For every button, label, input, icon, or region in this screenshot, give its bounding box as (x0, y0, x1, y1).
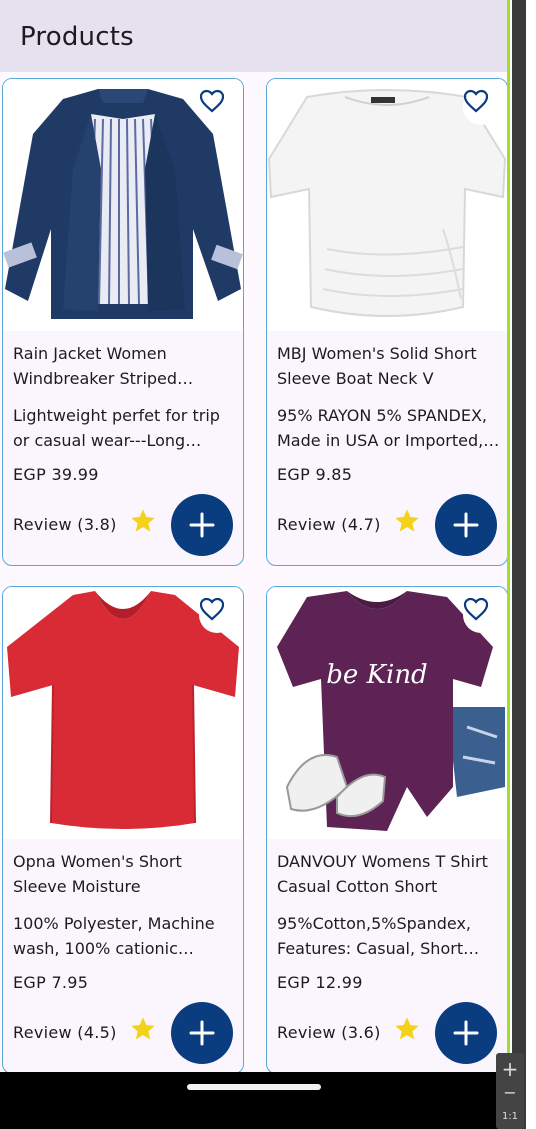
product-image-red-v-neck-tshirt[interactable] (3, 587, 243, 839)
tshirt-print-text: be Kind (326, 660, 427, 690)
plus-icon (453, 1020, 479, 1046)
phone-screen: Products Rain Jacket Women Windbreaker S… (0, 0, 510, 1129)
product-card[interactable]: MBJ Women's Solid Short Sleeve Boat Neck… (266, 78, 507, 566)
plus-icon (189, 512, 215, 538)
product-description: 95%Cotton,5%Spandex, Features: Casual, S… (277, 914, 471, 958)
add-to-cart-button[interactable] (435, 1002, 497, 1064)
product-review: Review (4.7) (277, 515, 381, 534)
zoom-ratio-label[interactable]: 1:1 (496, 1111, 524, 1122)
heart-outline-icon (199, 89, 225, 113)
product-price: EGP 7.95 (13, 973, 89, 992)
product-price: EGP 12.99 (277, 973, 363, 992)
product-description: 95% RAYON 5% SPANDEX, Made in USA or Imp… (277, 406, 488, 450)
star-icon (395, 1017, 419, 1040)
page-title: Products (20, 22, 134, 52)
product-image-purple-be-kind-tshirt[interactable]: be Kind (267, 587, 507, 839)
product-price: EGP 9.85 (277, 465, 353, 484)
star-icon (395, 509, 419, 532)
product-card[interactable]: be Kind DANVOUY Womens T Shirt Casual Co… (266, 586, 507, 1072)
zoom-out-button[interactable]: − (496, 1083, 524, 1102)
heart-outline-icon (463, 89, 489, 113)
product-description: 100% Polyester, Machine wash, 100% catio… (13, 914, 215, 958)
product-description: Lightweight perfet for trip or casual we… (13, 406, 220, 450)
zoom-in-button[interactable]: + (496, 1057, 524, 1081)
product-name: MBJ Women's Solid Short Sleeve Boat Neck… (277, 344, 477, 388)
favorite-button[interactable] (199, 89, 235, 125)
emulator-zoom-control: + − 1:1 (496, 1053, 524, 1129)
product-name: Rain Jacket Women Windbreaker Striped Cl… (13, 344, 178, 388)
star-icon (131, 509, 155, 532)
plus-icon (189, 1020, 215, 1046)
heart-outline-icon (463, 597, 489, 621)
add-to-cart-button[interactable] (171, 494, 233, 556)
product-grid[interactable]: Rain Jacket Women Windbreaker Striped Cl… (0, 72, 507, 1072)
product-name: DANVOUY Womens T Shirt Casual Cotton Sho… (277, 852, 488, 896)
device-frame-edge (510, 0, 536, 1129)
product-image-navy-rain-jacket[interactable] (3, 79, 243, 331)
plus-icon (453, 512, 479, 538)
product-price: EGP 39.99 (13, 465, 99, 484)
top-app-bar: Products (0, 0, 507, 72)
add-to-cart-button[interactable] (435, 494, 497, 556)
product-review: Review (3.6) (277, 1023, 381, 1042)
product-card[interactable]: Opna Women's Short Sleeve Moisture 100% … (2, 586, 244, 1072)
product-name: Opna Women's Short Sleeve Moisture (13, 852, 182, 896)
heart-outline-icon (199, 597, 225, 621)
add-to-cart-button[interactable] (171, 1002, 233, 1064)
favorite-button[interactable] (463, 597, 499, 633)
product-image-white-boat-neck-top[interactable] (267, 79, 507, 331)
product-review: Review (4.5) (13, 1023, 117, 1042)
system-navigation-bar (0, 1072, 510, 1129)
product-review: Review (3.8) (13, 515, 117, 534)
home-gesture-handle[interactable] (187, 1084, 321, 1090)
favorite-button[interactable] (463, 89, 499, 125)
favorite-button[interactable] (199, 597, 235, 633)
product-card[interactable]: Rain Jacket Women Windbreaker Striped Cl… (2, 78, 244, 566)
star-icon (131, 1017, 155, 1040)
